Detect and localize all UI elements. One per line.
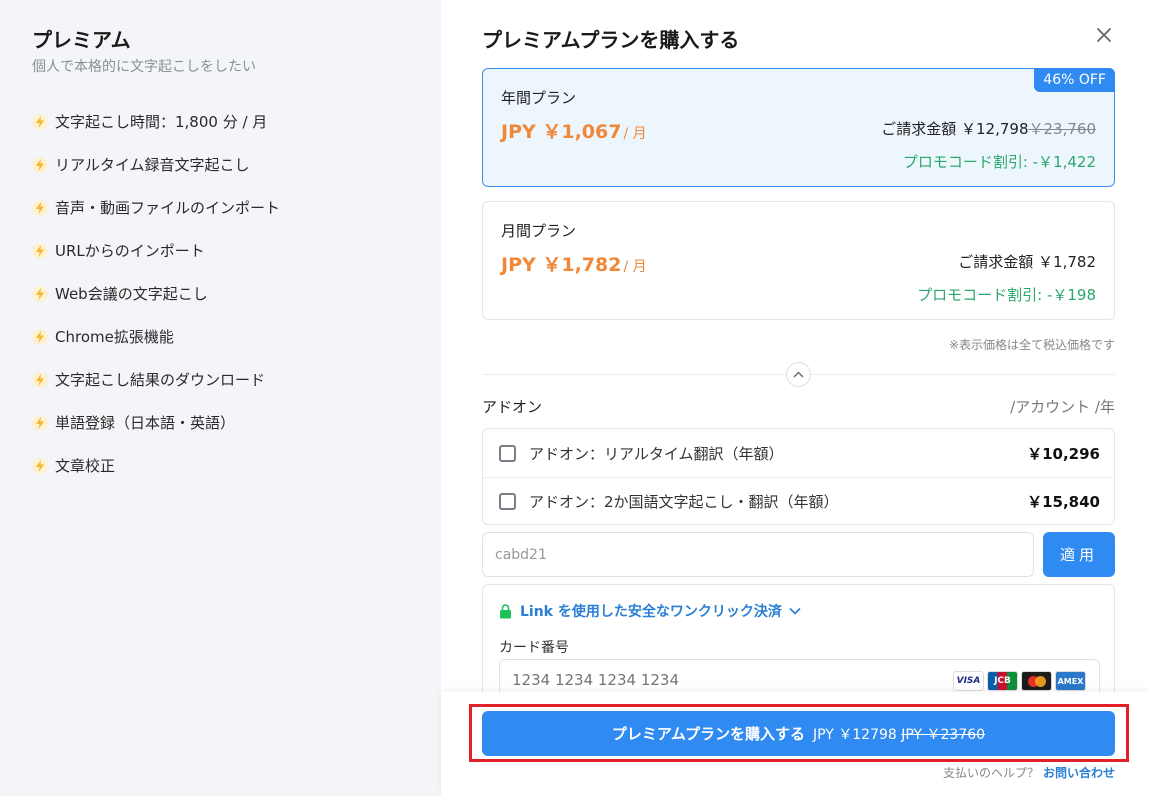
purchase-button[interactable]: プレミアムプランを購入する JPY ￥12798 JPY ￥23760 [482, 711, 1115, 756]
feature-item: 文字起こし結果のダウンロード [32, 358, 441, 401]
plan-name: 年間プラン [501, 89, 577, 107]
feature-item: 文章校正 [32, 444, 441, 487]
lightning-icon [32, 371, 48, 388]
addon-unit: /アカウント /年 [1010, 398, 1115, 416]
card-brand-logos: VISA JCB AMEX [953, 671, 1086, 691]
feature-item: リアルタイム録音文字起こし [32, 143, 441, 186]
monthly-plan-card[interactable]: 月間プラン JPY ￥1,782/ 月 ご請求金額 ￥1,782 プロモコード割… [482, 201, 1115, 320]
link-pay-toggle[interactable]: Link を使用した安全なワンクリック決済 [499, 601, 801, 621]
chevron-down-icon [789, 607, 801, 615]
apply-button[interactable]: 適用 [1043, 532, 1115, 577]
feature-list: 文字起こし時間：1,800 分 / 月 リアルタイム録音文字起こし 音声・動画フ… [32, 100, 441, 487]
purchase-title: プレミアムプランを購入する [482, 28, 740, 52]
plan-title: プレミアム [32, 28, 131, 52]
card-number-label: カード番号 [499, 640, 569, 656]
promo-discount: プロモコード割引: -￥198 [917, 286, 1096, 304]
plan-name: 月間プラン [501, 222, 577, 240]
addon-item-bilingual[interactable]: アドオン：2か国語文字起こし・翻訳（年額） ￥15,840 [483, 477, 1114, 525]
addon-checkbox[interactable] [499, 445, 516, 462]
lightning-icon [32, 242, 48, 259]
feature-item: 音声・動画ファイルのインポート [32, 186, 441, 229]
lightning-icon [32, 199, 48, 216]
lightning-icon [32, 414, 48, 431]
collapse-button[interactable] [786, 362, 811, 387]
addon-checkbox[interactable] [499, 492, 516, 510]
lightning-icon [32, 457, 48, 474]
feature-item: 文字起こし時間：1,800 分 / 月 [32, 100, 441, 143]
amex-icon: AMEX [1055, 671, 1086, 691]
plan-subtitle: 個人で本格的に文字起こしをしたい [32, 59, 256, 75]
lock-icon [500, 603, 511, 618]
addon-label: アドオン：2か国語文字起こし・翻訳（年額） [529, 492, 839, 511]
lightning-icon [32, 156, 48, 173]
plan-price: JPY ￥1,782/ 月 [501, 254, 647, 276]
discount-badge: 46% OFF [1034, 68, 1115, 92]
tax-note: ※表示価格は全て税込価格です [948, 338, 1115, 352]
close-icon[interactable] [1093, 24, 1115, 46]
lightning-icon [32, 285, 48, 302]
billing-amount: ご請求金額 ￥1,782 [958, 253, 1096, 271]
feature-item: URLからのインポート [32, 229, 441, 272]
chevron-up-icon [793, 371, 804, 378]
jcb-icon: JCB [987, 671, 1018, 691]
payment-help: 支払いのヘルプ？ お問い合わせ [942, 766, 1115, 780]
payment-form: Link を使用した安全なワンクリック決済 カード番号 VISA JCB AME… [482, 584, 1115, 704]
annual-plan-card[interactable]: 46% OFF 年間プラン JPY ￥1,067/ 月 ご請求金額 ￥12,79… [482, 68, 1115, 187]
mastercard-icon [1021, 671, 1052, 691]
addon-list: アドオン：リアルタイム翻訳（年額） ￥10,296 アドオン：2か国語文字起こし… [482, 428, 1115, 525]
billing-amount: ご請求金額 ￥12,798￥23,760 [881, 120, 1097, 138]
contact-link[interactable]: お問い合わせ [1043, 766, 1115, 780]
feature-item: Web会議の文字起こし [32, 272, 441, 315]
purchase-footer: プレミアムプランを購入する JPY ￥12798 JPY ￥23760 支払いのヘ… [441, 692, 1149, 796]
addon-item-realtime-translation[interactable]: アドオン：リアルタイム翻訳（年額） ￥10,296 [483, 430, 1114, 478]
feature-item: Chrome拡張機能 [32, 315, 441, 358]
purchase-panel: プレミアムプランを購入する 46% OFF 年間プラン JPY ￥1,067/ … [441, 0, 1149, 796]
plan-price: JPY ￥1,067/ 月 [501, 121, 647, 143]
promo-discount: プロモコード割引: -￥1,422 [902, 153, 1096, 171]
addon-price: ￥15,840 [1027, 492, 1100, 511]
plan-features-panel: プレミアム 個人で本格的に文字起こしをしたい 文字起こし時間：1,800 分 /… [0, 0, 441, 796]
promo-code-input[interactable] [482, 532, 1034, 577]
addon-header: アドオン /アカウント /年 [482, 398, 1115, 416]
lightning-icon [32, 328, 48, 345]
addon-label: アドオン：リアルタイム翻訳（年額） [529, 445, 784, 463]
visa-icon: VISA [953, 671, 984, 691]
addon-price: ￥10,296 [1027, 445, 1100, 463]
original-price: ￥23,760 [1028, 120, 1097, 138]
lightning-icon [32, 113, 48, 130]
feature-item: 単語登録（日本語・英語） [32, 401, 441, 444]
